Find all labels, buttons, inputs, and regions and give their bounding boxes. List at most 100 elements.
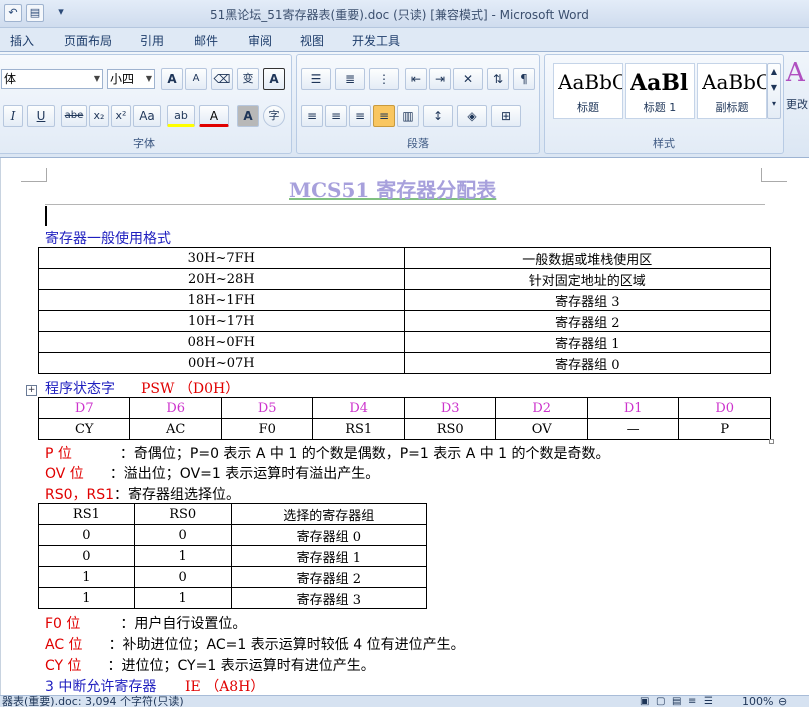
table-cell: 0 bbox=[133, 566, 232, 588]
change-case-label: Aa bbox=[139, 109, 155, 123]
zoom-out-icon[interactable]: ⊖ bbox=[778, 696, 787, 707]
zoom-level[interactable]: 100% bbox=[742, 696, 773, 707]
character-border-label: A bbox=[269, 72, 279, 86]
decrease-indent-icon: ⇤ bbox=[410, 72, 422, 86]
draft-view-icon[interactable]: ☰ bbox=[704, 696, 713, 707]
font-size-combo[interactable]: 小四 ▼ bbox=[107, 69, 155, 89]
table-row: 00H~07H 寄存器组 0 bbox=[38, 352, 772, 374]
enclose-characters-button[interactable]: 字 bbox=[263, 105, 285, 127]
sort-button[interactable]: ⇅ bbox=[487, 68, 509, 90]
show-marks-button[interactable]: ¶ bbox=[513, 68, 535, 90]
italic-button[interactable]: I bbox=[3, 105, 23, 127]
character-shading-button[interactable]: A bbox=[237, 105, 259, 127]
numbering-button[interactable]: ≣ bbox=[335, 68, 365, 90]
tab-developer[interactable]: 开发工具 bbox=[352, 32, 400, 49]
tab-insert[interactable]: 插入 bbox=[10, 32, 34, 49]
highlight-button[interactable]: ab bbox=[167, 105, 195, 127]
table-cell: 0 bbox=[133, 524, 232, 546]
document-heading: MCS51 寄存器分配表 bbox=[289, 178, 497, 202]
undo-icon[interactable]: ↶ bbox=[4, 4, 22, 22]
multilevel-list-button[interactable]: ⋮ bbox=[369, 68, 399, 90]
header-cell: RS0 bbox=[133, 503, 232, 525]
style-title[interactable]: AaBbC 标题 bbox=[553, 63, 623, 119]
change-styles-icon[interactable]: A bbox=[786, 58, 805, 88]
section1-title: 寄存器一般使用格式 bbox=[45, 231, 171, 247]
ac-bit-label: AC 位 bbox=[45, 637, 83, 653]
style-heading-1-label: 标题 1 bbox=[643, 101, 677, 114]
align-center-button[interactable]: ≡ bbox=[325, 105, 347, 127]
phonetic-guide-button[interactable]: 变 bbox=[237, 68, 259, 90]
asian-layout-button[interactable]: ✕ bbox=[453, 68, 483, 90]
qat-customize-icon[interactable]: ▾ bbox=[52, 4, 70, 22]
bullets-button[interactable]: ☰ bbox=[301, 68, 331, 90]
character-border-button[interactable]: A bbox=[263, 68, 285, 90]
shading-button[interactable]: ◈ bbox=[457, 105, 487, 127]
decrease-indent-button[interactable]: ⇤ bbox=[405, 68, 427, 90]
address-range-cell: 10H~17H bbox=[38, 310, 405, 332]
align-right-button[interactable]: ≡ bbox=[349, 105, 371, 127]
line-spacing-button[interactable]: ↕ bbox=[423, 105, 453, 127]
usage-cell: 寄存器组 3 bbox=[403, 289, 772, 311]
underline-button[interactable]: U bbox=[27, 105, 55, 127]
header-cell: RS1 bbox=[38, 503, 135, 525]
tab-review[interactable]: 审阅 bbox=[248, 32, 272, 49]
align-left-button[interactable]: ≡ bbox=[301, 105, 323, 127]
tab-view[interactable]: 视图 bbox=[300, 32, 324, 49]
table-move-handle-icon[interactable]: + bbox=[26, 385, 37, 396]
change-styles-label[interactable]: 更改 bbox=[786, 96, 808, 112]
print-layout-view-icon[interactable]: ▣ bbox=[640, 696, 649, 707]
grow-font-button[interactable]: A bbox=[161, 68, 183, 90]
style-subtitle-sample: AaBbC bbox=[702, 70, 766, 94]
superscript-button[interactable]: x² bbox=[111, 105, 131, 127]
rs-bits-line: RS0，RS1：寄存器组选择位。 bbox=[45, 484, 240, 504]
styles-group: AaBbC 标题 AaBl 标题 1 AaBbC 副标题 ▲ ▼ ▾ 样式 bbox=[544, 54, 784, 154]
borders-button[interactable]: ⊞ bbox=[491, 105, 521, 127]
bit-name-cell: F0 bbox=[220, 418, 314, 440]
tab-page-layout[interactable]: 页面布局 bbox=[64, 32, 112, 49]
font-name-combo[interactable]: 体 ▼ bbox=[1, 69, 103, 89]
outline-view-icon[interactable]: ≡ bbox=[688, 696, 696, 707]
underline-label: U bbox=[36, 109, 46, 123]
tab-references[interactable]: 引用 bbox=[140, 32, 164, 49]
section3-title: 3 中断允许寄存器 bbox=[45, 679, 157, 695]
table-row: 18H~1FH 寄存器组 3 bbox=[38, 289, 772, 311]
table-row: 08H~0FH 寄存器组 1 bbox=[38, 331, 772, 353]
font-name-value: 体 bbox=[4, 72, 17, 86]
increase-indent-button[interactable]: ⇥ bbox=[429, 68, 451, 90]
address-range-cell: 18H~1FH bbox=[38, 289, 405, 311]
register-bank-select-table: RS1 RS0 选择的寄存器组 0 0 寄存器组 0 0 1 寄存器组 1 1 0 寄存器组 211寄… bbox=[38, 503, 428, 609]
table-row: 10H~17H 寄存器组 2 bbox=[38, 310, 772, 332]
ac-bit-line: AC 位 ：补助进位位；AC=1 表示运算时较低 4 位有进位产生。 bbox=[45, 634, 465, 654]
table-cell: 1 bbox=[133, 545, 232, 567]
table-cell: 1 bbox=[38, 566, 135, 588]
styles-scroll[interactable]: ▲ ▼ ▾ bbox=[767, 63, 781, 119]
clear-format-button[interactable]: ⌫ bbox=[211, 68, 233, 90]
style-heading-1[interactable]: AaBl 标题 1 bbox=[625, 63, 695, 119]
web-layout-view-icon[interactable]: ▤ bbox=[672, 696, 681, 707]
increase-indent-icon: ⇥ bbox=[434, 72, 446, 86]
f0-bit-description: ：用户自行设置位。 bbox=[120, 616, 247, 632]
change-case-button[interactable]: Aa bbox=[133, 105, 161, 127]
bit-name-cell: OV bbox=[495, 418, 588, 440]
usage-cell: 寄存器组 2 bbox=[403, 310, 772, 332]
tab-mailings[interactable]: 邮件 bbox=[194, 32, 218, 49]
print-preview-icon[interactable]: ▤ bbox=[26, 4, 44, 22]
character-shading-label: A bbox=[243, 109, 253, 123]
paragraph-group: ☰ ≣ ⋮ ⇤ ⇥ ✕ ⇅ ¶ ≡ ≡ ≡ ≡ ▥ ↕ ◈ ⊞ 段落 bbox=[296, 54, 540, 154]
distributed-button[interactable]: ▥ bbox=[397, 105, 419, 127]
font-color-button[interactable]: A bbox=[199, 105, 229, 127]
shrink-font-button[interactable]: A bbox=[185, 68, 207, 90]
full-screen-view-icon[interactable]: ▢ bbox=[656, 696, 665, 707]
justify-button[interactable]: ≡ bbox=[373, 105, 395, 127]
document-area[interactable]: MCS51 寄存器分配表 寄存器一般使用格式 30H~7FH 一般数据或堆栈使用区… bbox=[0, 158, 809, 695]
strikethrough-button[interactable]: abe bbox=[61, 105, 87, 127]
phonetic-label: 变 bbox=[242, 72, 254, 85]
address-range-cell: 00H~07H bbox=[38, 352, 405, 374]
bit-position-cell: D3 bbox=[403, 397, 497, 419]
status-document-info: 器表(重要).doc: 3,094 个字符(只读) bbox=[2, 695, 184, 707]
bit-position-cell: D7 bbox=[37, 397, 131, 419]
table-resize-handle[interactable] bbox=[769, 439, 774, 444]
style-subtitle[interactable]: AaBbC 副标题 bbox=[697, 63, 767, 119]
ov-bit-label: OV 位 bbox=[45, 466, 84, 482]
subscript-button[interactable]: x₂ bbox=[89, 105, 109, 127]
